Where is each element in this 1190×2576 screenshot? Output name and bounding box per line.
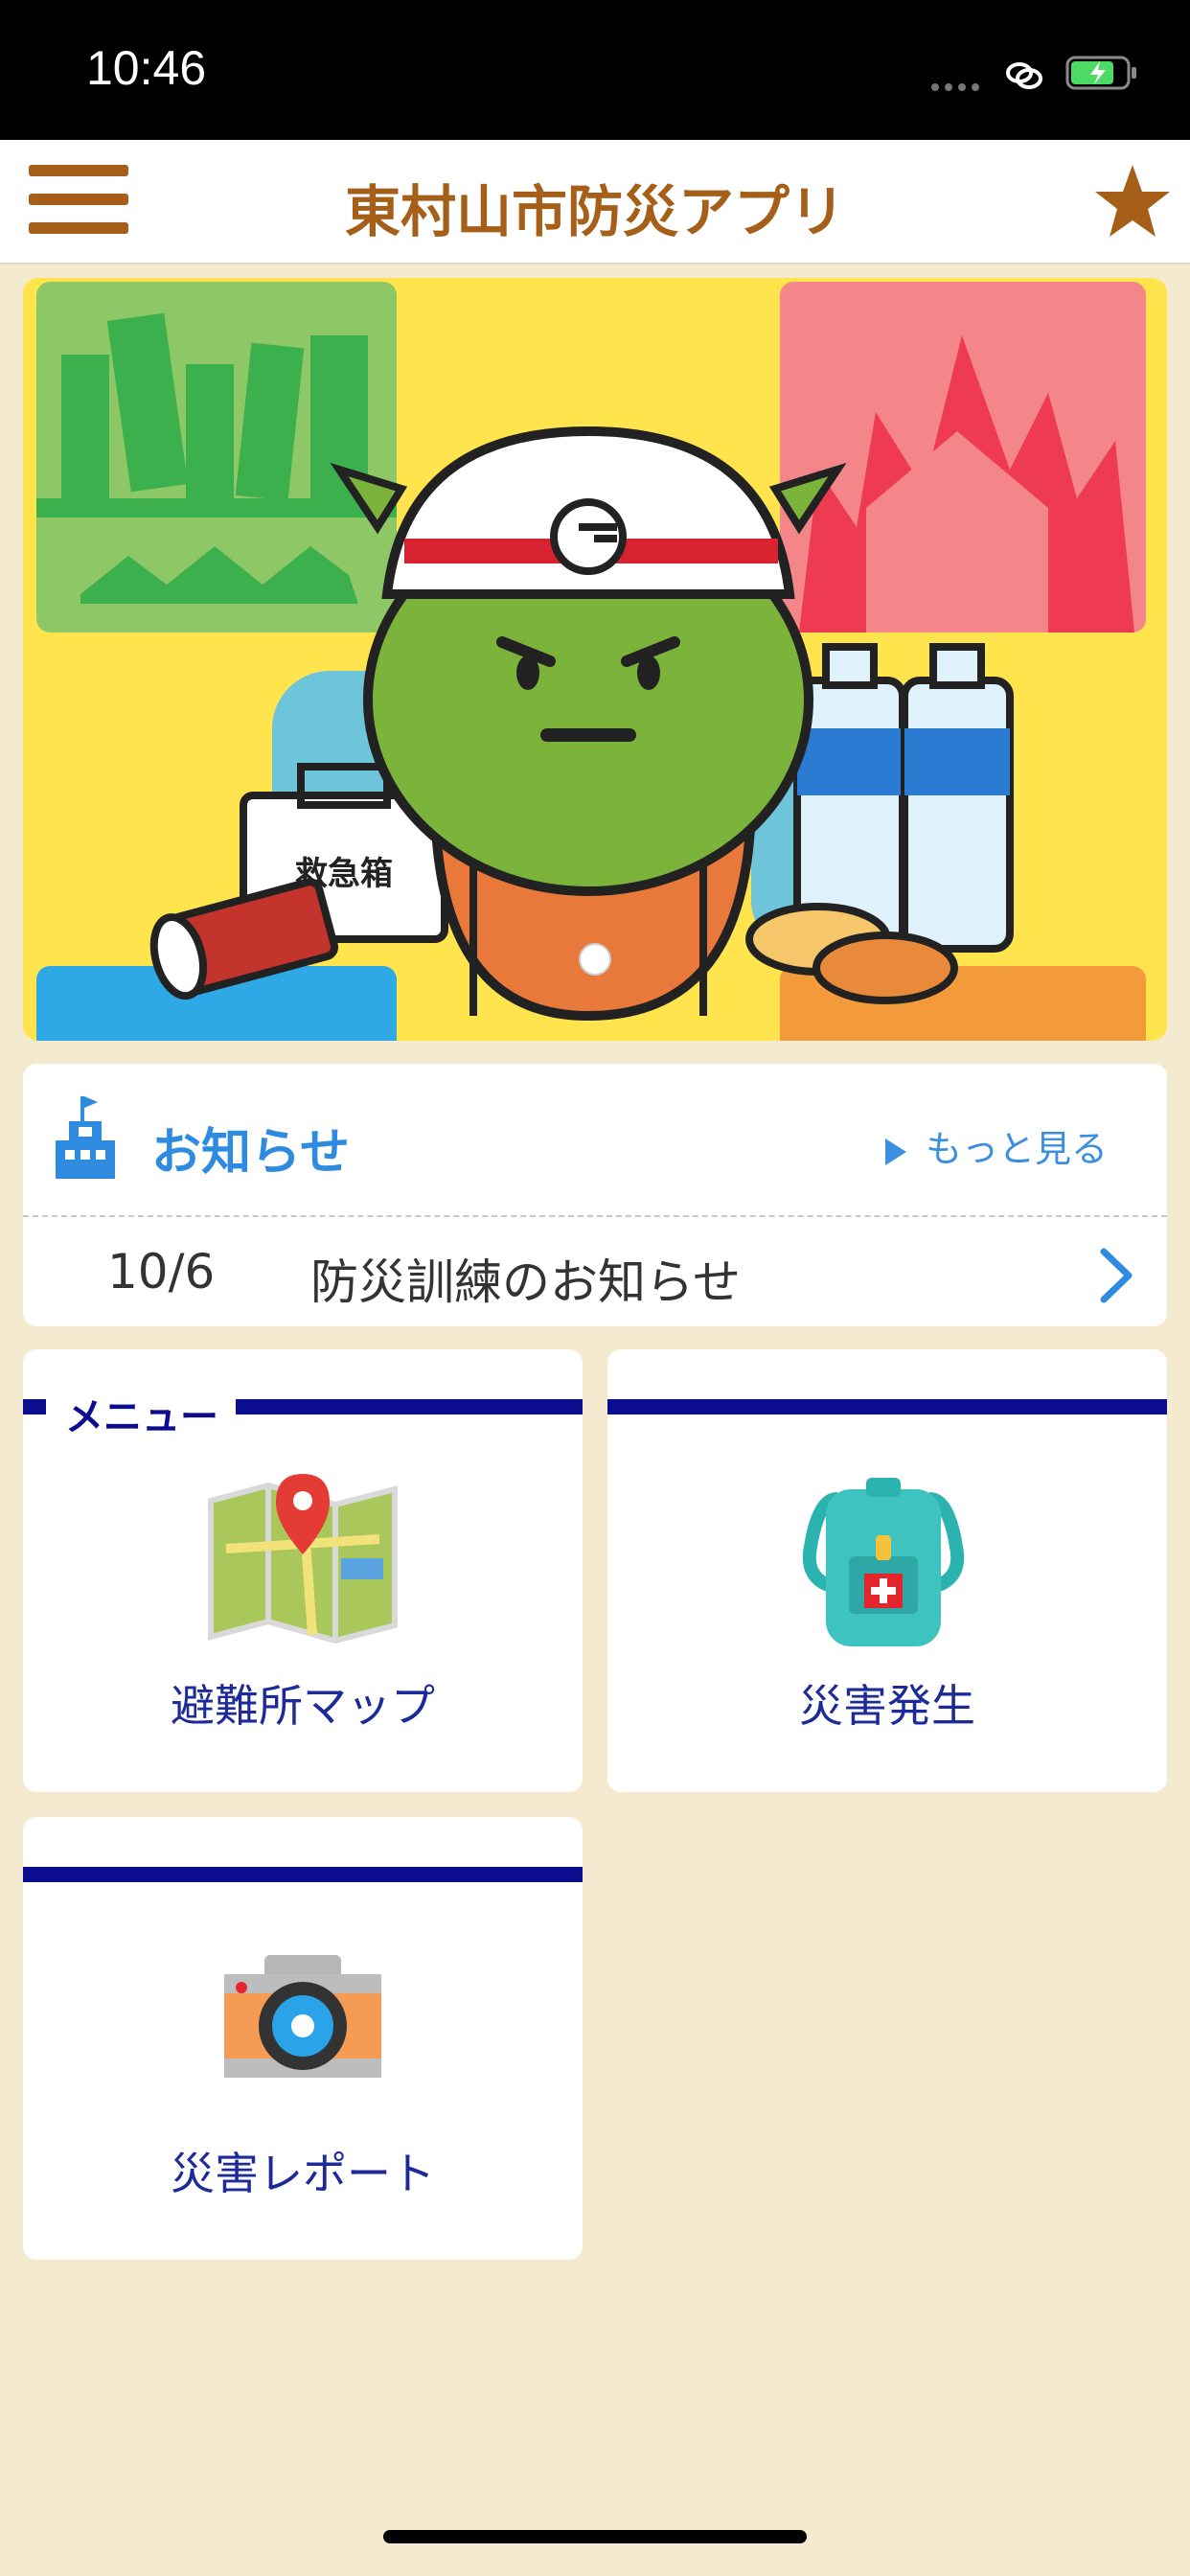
more-link-label: もっと見る bbox=[926, 1128, 1109, 1170]
chevron-right-icon bbox=[1100, 1248, 1133, 1303]
section-divider bbox=[607, 1399, 1167, 1414]
backpack-icon bbox=[802, 1478, 965, 1646]
shelter-map-label: 避難所マップ bbox=[171, 1680, 435, 1732]
shelter-map-tile[interactable]: メニュー 避難所マップ bbox=[23, 1349, 583, 1792]
carousel-dot[interactable] bbox=[579, 943, 611, 976]
disaster-report-label: 災害レポート bbox=[171, 2148, 435, 2199]
notice-text: 防災訓練のお知らせ bbox=[310, 1254, 741, 1310]
notice-title: お知らせ bbox=[151, 1124, 350, 1182]
star-icon[interactable] bbox=[1092, 161, 1173, 242]
notice-card: お知らせ もっと見る 10/6 防災訓練のお知らせ bbox=[23, 1064, 1167, 1326]
app-title: 東村山市防災アプリ bbox=[344, 179, 845, 244]
disaster-occurred-label: 災害発生 bbox=[799, 1680, 975, 1732]
city-hall-icon bbox=[56, 1096, 115, 1179]
banner-carousel[interactable]: 救急箱 bbox=[23, 278, 1167, 1041]
status-bar: 10:46 bbox=[0, 0, 1190, 140]
disaster-occurred-tile[interactable]: 災害発生 bbox=[607, 1349, 1167, 1792]
notice-row[interactable]: 10/6 防災訓練のお知らせ bbox=[23, 1217, 1167, 1326]
play-icon bbox=[885, 1138, 906, 1165]
link-icon bbox=[1006, 62, 1042, 89]
battery-icon bbox=[1065, 56, 1136, 90]
section-divider bbox=[23, 1867, 583, 1882]
mascot-illustration: 救急箱 bbox=[23, 278, 1167, 1041]
signal-icon bbox=[931, 77, 985, 91]
disaster-report-tile[interactable]: 災害レポート bbox=[23, 1817, 583, 2260]
home-indicator[interactable] bbox=[383, 2530, 807, 2543]
more-link[interactable]: もっと見る bbox=[885, 1119, 1108, 1172]
app-header: 東村山市防災アプリ bbox=[0, 140, 1190, 264]
map-icon bbox=[208, 1474, 398, 1644]
menu-section-label: メニュー bbox=[46, 1386, 236, 1441]
notice-header: お知らせ もっと見る bbox=[23, 1064, 1167, 1217]
status-time: 10:46 bbox=[86, 41, 207, 95]
notice-date: 10/6 bbox=[107, 1244, 216, 1300]
camera-icon bbox=[224, 1955, 381, 2078]
